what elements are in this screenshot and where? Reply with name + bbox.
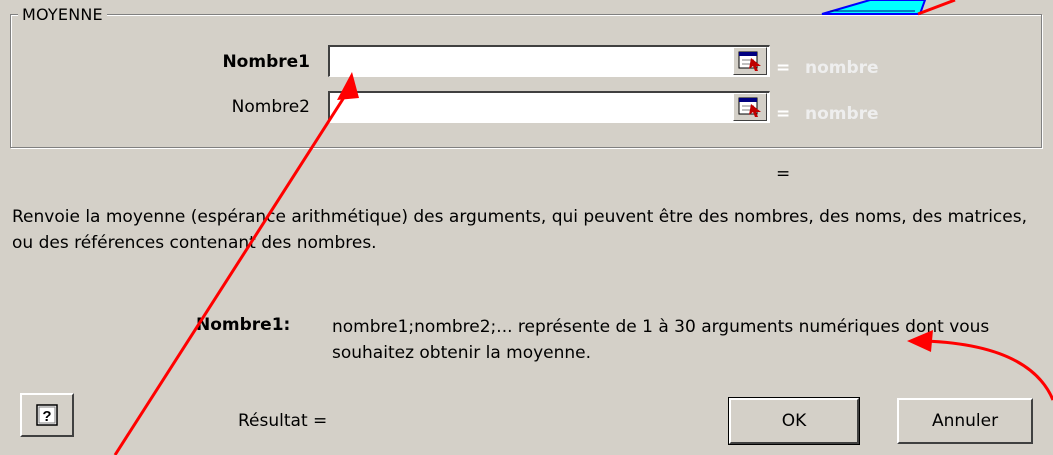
- red-arrow-head-2: [907, 330, 933, 352]
- red-arrow-line-1: [113, 87, 352, 455]
- annotation-overlay: [113, 0, 1053, 455]
- red-arrow-head-1: [337, 72, 359, 100]
- cyan-shape: [821, 0, 927, 15]
- red-arrow-curve-2: [924, 339, 1053, 401]
